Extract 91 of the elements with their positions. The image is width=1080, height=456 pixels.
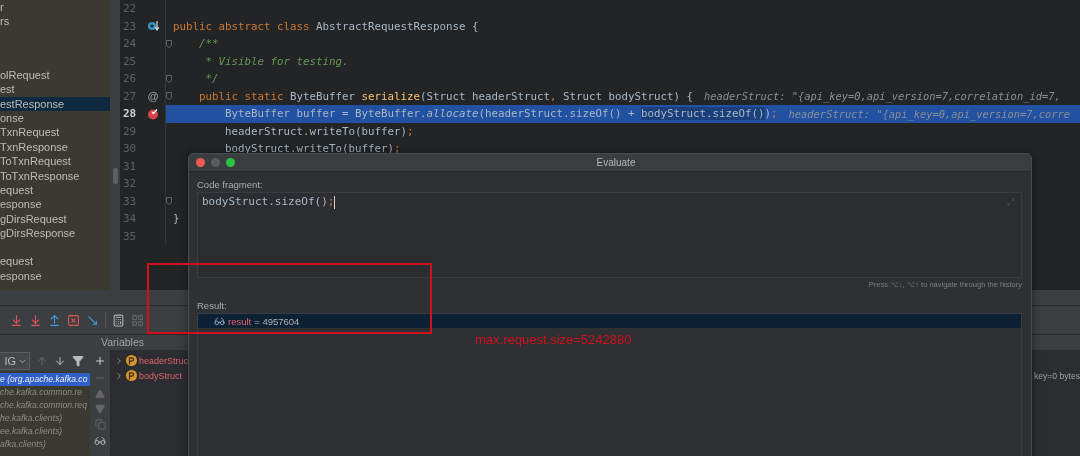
calculator-icon[interactable] [112,313,125,327]
stack-frame[interactable]: afka.clients) [0,438,90,451]
code-fragment-field[interactable]: bodyStruct.sizeOf(); [197,192,1022,278]
fold-marker-icon[interactable] [166,39,172,48]
line-number: 25 [122,54,138,68]
line-number: 31 [122,159,138,173]
result-label: Result: [197,299,228,313]
result-row[interactable]: result = 4957604 [198,314,1021,328]
line-number: 23 [122,19,138,33]
filter-icon[interactable] [72,355,84,367]
inline-value-hint: headerStruct: "{api_key=0,api_version=7,correlation_id=7, [704,90,1061,103]
tree-item[interactable]: ToTxnRequest [0,154,110,169]
line-number: 35 [122,229,138,243]
annotation-text: max.request.size=5242880 [475,332,632,347]
glasses-icon [214,315,225,327]
chevron-right-icon[interactable] [114,370,124,381]
code-line: } [172,212,180,226]
inline-value-hint: headerStruct: "{api_key=0,api_version=7,corre [788,107,1071,120]
code-line: public static ByteBuffer serialize(Struct headerStruct, Struct bodyStruct) { [198,89,694,103]
parameter-icon [126,370,137,381]
arrow-cursor-icon[interactable] [86,313,99,327]
stack-frame[interactable]: ee.kafka.clients) [0,425,90,438]
tree-item[interactable]: rs [0,14,110,29]
copy-icon[interactable] [94,419,106,430]
line-number: 30 [122,142,138,156]
tree-item[interactable]: olRequest [0,67,110,83]
code-line: public abstract class AbstractRequestResponse { [172,19,479,33]
code-line: * Visible for testing. [204,54,349,68]
square-x-icon[interactable] [67,313,80,327]
parameter-icon [126,355,137,366]
plus-icon[interactable] [94,355,106,367]
tree-item[interactable]: onse [0,110,110,126]
tree-item[interactable]: gDirsResponse [0,226,110,241]
tree-item[interactable]: gDirsRequest [0,211,110,227]
implemented-marker-icon[interactable] [147,20,159,33]
line-number: 28 [122,107,138,121]
thread-dropdown[interactable]: IG [0,352,30,370]
tree-item[interactable]: r [0,0,110,15]
tree-item[interactable]: ToTxnResponse [0,168,110,183]
line-number: 26 [122,72,138,86]
tree-item[interactable]: equest [0,182,110,198]
code-line: */ [204,72,219,86]
tree-item[interactable]: TxnResponse [0,139,110,155]
tree-item[interactable]: esponse [0,197,110,212]
variable-value: key=0 bytes [1033,370,1080,381]
tree-item[interactable]: est [0,82,110,97]
code-fragment-label: Code fragment: [197,178,264,192]
stack-frame[interactable]: e (org.apache.kafka.co [0,373,90,386]
minimize-button[interactable] [211,158,220,167]
code-line: headerStruct.writeTo(buffer); [224,124,414,138]
fold-marker-icon[interactable] [166,92,172,101]
code-line: ByteBuffer buffer = ByteBuffer.allocate(headerStruct.sizeOf() + bodyStruct.sizeOf()); [224,107,778,121]
triangle-up-icon[interactable] [95,389,105,399]
glasses-icon[interactable] [94,435,106,447]
variable-name[interactable]: headerStruc [139,355,189,366]
arrow-down-icon[interactable] [54,355,66,367]
gutter-marker[interactable]: @ [147,90,159,103]
line-number: 27 [122,89,138,103]
triangle-down-icon[interactable] [95,404,105,414]
arrow-down-to-line-icon[interactable] [29,313,42,327]
breakpoint-icon[interactable] [147,107,159,120]
tree-item[interactable]: equest [0,254,110,269]
code-line: /** [198,37,219,51]
arrow-down-to-line-icon[interactable] [10,313,23,327]
grid-icon[interactable] [131,313,144,327]
stack-frame[interactable]: he.kafka.clients) [0,412,90,425]
expand-icon[interactable] [1007,198,1015,206]
dialog-title: Evaluate [595,157,637,168]
stack-frame[interactable]: che.kafka.common.req [0,399,90,412]
line-number: 32 [122,177,138,191]
result-name: result [228,315,252,327]
maximize-button[interactable] [226,158,235,167]
result-value: = 4957604 [254,315,300,327]
line-number: 34 [122,212,138,226]
tree-item[interactable]: esponse [0,268,110,284]
code-line: bodyStruct.writeTo(buffer); [224,142,401,156]
scrollbar-thumb[interactable] [113,168,118,184]
tree-item[interactable]: TxnRequest [0,125,110,140]
fold-marker-icon[interactable] [166,197,172,206]
line-number: 29 [122,124,138,138]
arrow-up-icon[interactable] [36,355,48,367]
tree-item[interactable]: estResponse [0,96,110,111]
close-button[interactable] [196,158,205,167]
arrow-up-from-line-icon[interactable] [48,313,61,327]
fold-marker-icon[interactable] [166,74,172,83]
line-number: 33 [122,194,138,208]
line-number: 24 [122,37,138,51]
line-number: 22 [122,2,138,16]
stack-frame[interactable]: che.kafka.common.re [0,386,90,399]
variable-name[interactable]: bodyStruct [139,370,183,381]
chevron-right-icon[interactable] [114,355,124,366]
